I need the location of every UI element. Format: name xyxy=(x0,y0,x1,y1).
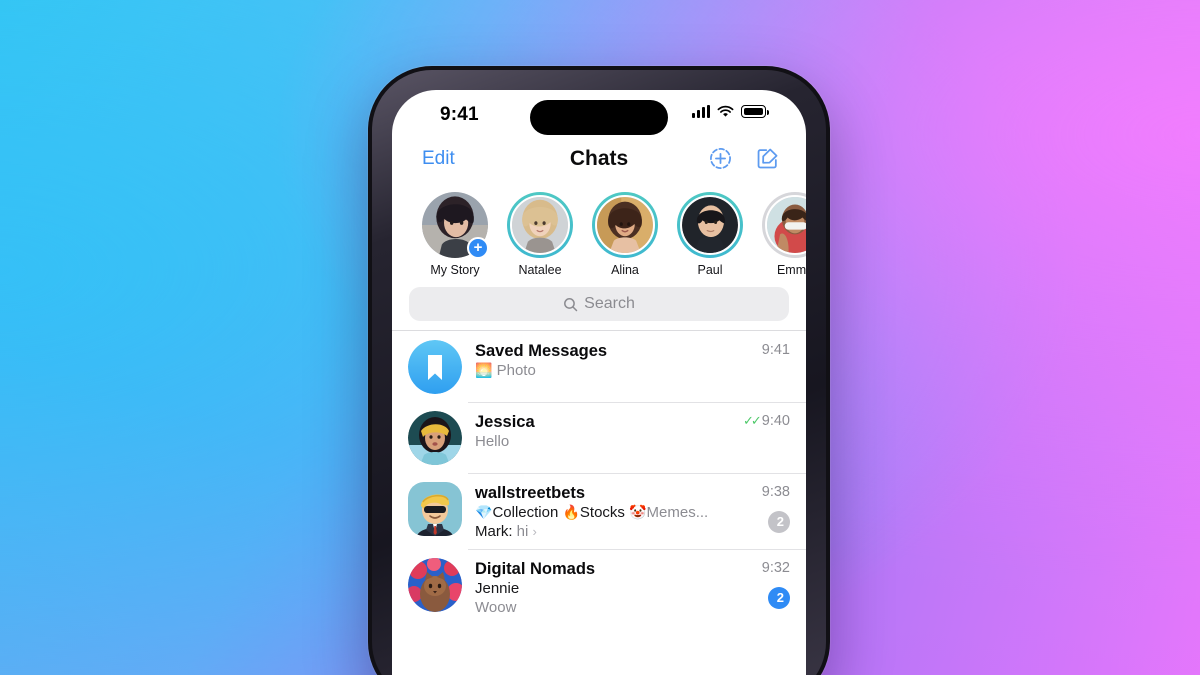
story-ring xyxy=(677,192,743,258)
story-item-paul[interactable]: Paul xyxy=(677,192,743,277)
avatar xyxy=(680,195,740,255)
chat-sender: Jennie xyxy=(475,579,728,598)
chat-time: 9:41 xyxy=(761,342,790,358)
chat-content: Saved Messages 🌅 Photo xyxy=(475,340,728,394)
story-label: Natalee xyxy=(518,263,562,277)
topic-emoji: 🔥 xyxy=(562,504,580,520)
stories-row[interactable]: + My Story Natalee Alina Paul Emm xyxy=(392,184,806,281)
chat-row-digital-nomads[interactable]: Digital Nomads Jennie Woow 9:32 2 xyxy=(392,549,806,625)
add-story-badge[interactable]: + xyxy=(467,237,489,259)
chat-row-saved-messages[interactable]: Saved Messages 🌅 Photo 9:41 xyxy=(392,331,806,402)
cellular-bars-icon xyxy=(692,105,710,118)
chat-message: Woow xyxy=(475,599,517,616)
search-icon xyxy=(564,297,578,311)
chat-title: Jessica xyxy=(475,413,535,431)
chat-message: hi xyxy=(516,523,529,540)
edit-button[interactable]: Edit xyxy=(422,148,455,170)
wifi-icon xyxy=(717,105,734,117)
photo-thumb-emoji: 🌅 xyxy=(475,362,493,378)
chat-preview-text: Photo xyxy=(496,362,536,379)
status-bar: 9:41 xyxy=(392,90,806,142)
chat-sender-name: Jennie xyxy=(475,580,520,597)
battery-full-icon xyxy=(741,105,769,118)
search-input[interactable]: Search xyxy=(409,287,789,321)
chat-content: Jessica Hello xyxy=(475,411,728,465)
story-ring: + xyxy=(422,192,489,259)
unread-badge: 2 xyxy=(768,587,790,609)
story-item-my-story[interactable]: + My Story xyxy=(422,192,489,277)
chat-content: Digital Nomads Jennie Woow xyxy=(475,558,728,617)
story-item-natalee[interactable]: Natalee xyxy=(507,192,573,277)
story-label: Alina xyxy=(611,263,639,277)
page-title: Chats xyxy=(569,147,629,170)
topic-emoji: 💎 xyxy=(475,504,493,520)
chat-preview: Mark: hi › xyxy=(475,522,728,541)
story-item-alina[interactable]: Alina xyxy=(592,192,658,277)
avatar xyxy=(765,195,806,255)
search-placeholder: Search xyxy=(584,295,635,312)
avatar xyxy=(408,340,462,394)
compose-icon[interactable] xyxy=(755,146,780,171)
phone-screen: 9:41 Edit Chats + My Story Natalee Alina… xyxy=(392,90,806,675)
chat-row-wallstreetbets[interactable]: wallstreetbets 💎Collection 🔥Stocks 🤡Meme… xyxy=(392,473,806,549)
story-ring xyxy=(592,192,658,258)
avatar xyxy=(510,195,570,255)
avatar xyxy=(408,411,462,465)
nav-actions xyxy=(708,146,780,171)
chat-content: wallstreetbets 💎Collection 🔥Stocks 🤡Meme… xyxy=(475,482,728,541)
chat-meta: ✓✓ 9:40 xyxy=(728,411,790,465)
chat-title: Digital Nomads xyxy=(475,560,596,578)
chat-preview: 🌅 Photo xyxy=(475,361,728,380)
chat-title: Saved Messages xyxy=(475,342,608,360)
topic-emoji: 🤡 xyxy=(629,504,647,520)
chat-time: 9:32 xyxy=(761,560,790,576)
story-item-emma[interactable]: Emma xyxy=(762,192,806,277)
add-contact-icon[interactable] xyxy=(708,146,733,171)
unread-badge: 2 xyxy=(768,511,790,533)
avatar xyxy=(595,195,655,255)
status-indicators xyxy=(692,105,769,118)
chat-topics: 💎Collection 🔥Stocks 🤡Memes... xyxy=(475,503,728,522)
chat-sender: Mark: xyxy=(475,523,513,540)
chat-meta: 9:32 2 xyxy=(728,558,790,617)
chat-list[interactable]: Saved Messages 🌅 Photo 9:41 Jessica Hell… xyxy=(392,331,806,625)
topic-label: Collection xyxy=(492,504,559,521)
story-ring xyxy=(507,192,573,258)
story-label: Paul xyxy=(697,263,723,277)
avatar xyxy=(408,558,462,612)
dynamic-island xyxy=(530,100,668,135)
story-label: My Story xyxy=(430,263,480,277)
chevron-right-icon: › xyxy=(532,524,537,539)
read-receipt-icon: ✓✓ xyxy=(742,413,762,428)
chat-preview: Hello xyxy=(475,433,510,450)
chat-time: 9:38 xyxy=(761,484,790,500)
chat-meta: 9:38 2 xyxy=(728,482,790,541)
chat-meta: 9:41 xyxy=(728,340,790,394)
story-label: Emma xyxy=(776,263,806,277)
topic-label: Stocks xyxy=(579,504,625,521)
chat-title: wallstreetbets xyxy=(475,484,586,502)
phone-device-frame: 9:41 Edit Chats + My Story Natalee Alina… xyxy=(368,66,830,675)
status-clock: 9:41 xyxy=(440,104,479,125)
chat-row-jessica[interactable]: Jessica Hello ✓✓ 9:40 xyxy=(392,402,806,473)
avatar xyxy=(408,482,462,536)
chat-time-text: 9:40 xyxy=(761,413,790,429)
search-bar-container: Search xyxy=(392,281,806,330)
nav-bar: Edit Chats xyxy=(392,142,806,184)
topic-label: Memes... xyxy=(646,504,709,521)
story-ring xyxy=(762,192,806,258)
chat-time: ✓✓ 9:40 xyxy=(728,413,790,429)
